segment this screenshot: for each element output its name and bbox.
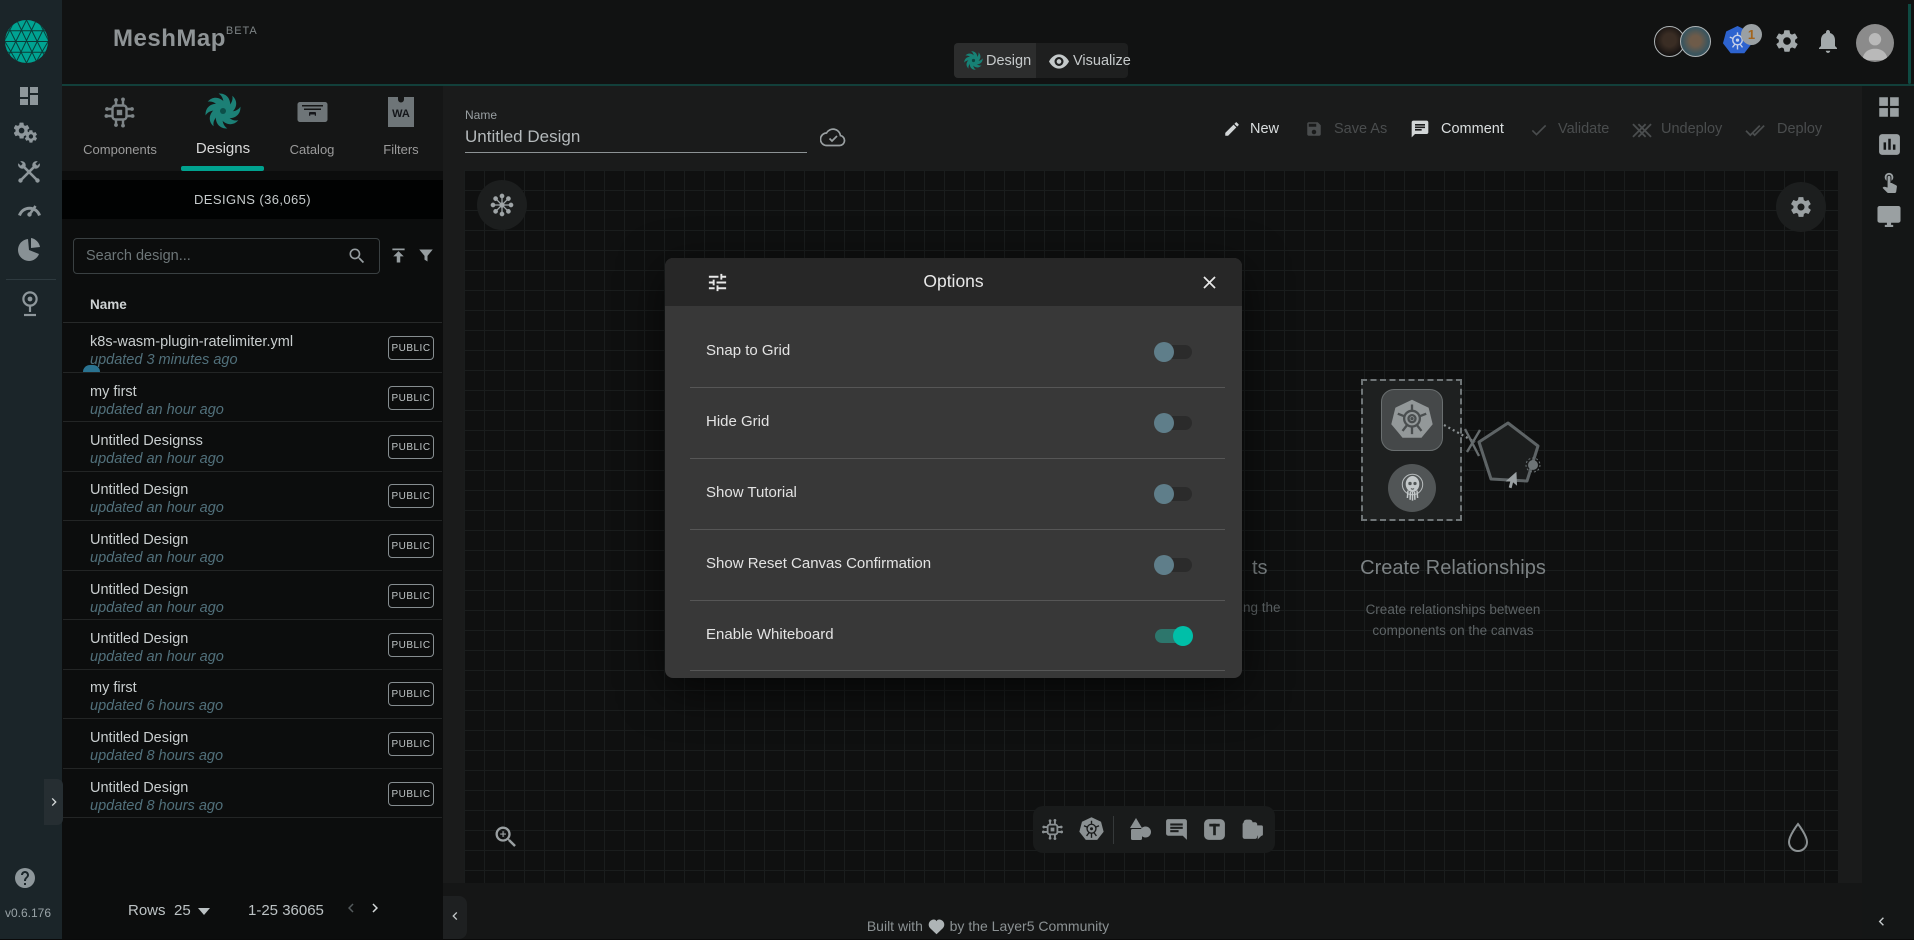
svg-text:WA: WA bbox=[392, 108, 410, 120]
